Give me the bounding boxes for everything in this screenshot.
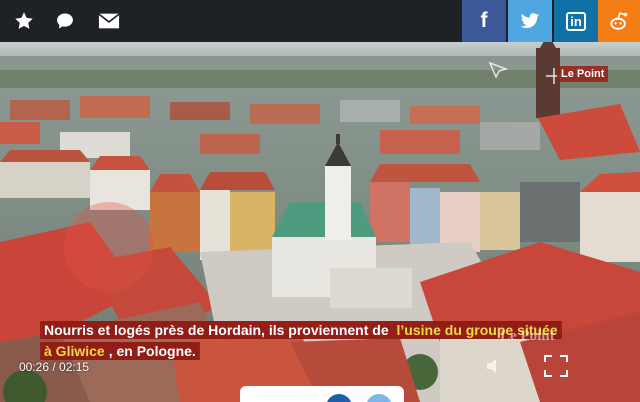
email-button[interactable] bbox=[89, 0, 129, 42]
bottom-popup[interactable] bbox=[240, 386, 404, 402]
linkedin-icon: in bbox=[566, 11, 586, 31]
volume-icon[interactable] bbox=[486, 358, 500, 374]
subtitle-line2-highlight: à Gliwice bbox=[42, 342, 107, 360]
video-timecode: 00:26 / 02:15 bbox=[19, 360, 90, 374]
mail-icon bbox=[98, 13, 120, 29]
brand-badge: Le Point bbox=[557, 66, 609, 82]
facebook-icon: f bbox=[480, 9, 488, 32]
favorite-button[interactable] bbox=[4, 0, 44, 42]
twitter-icon bbox=[520, 12, 540, 28]
fullscreen-icon[interactable] bbox=[544, 355, 568, 377]
subtitle-line1-text: Nourris et logés près de Hordain, ils pr… bbox=[42, 321, 395, 339]
brand-watermark: Le Point bbox=[500, 328, 555, 344]
share-twitter-button[interactable] bbox=[508, 0, 552, 42]
popup-blue-circle bbox=[326, 394, 352, 402]
comments-button[interactable] bbox=[45, 0, 85, 42]
top-toolbar: f in bbox=[0, 0, 640, 42]
chat-icon bbox=[57, 13, 73, 29]
subtitle-line2-text: , en Pologne. bbox=[106, 342, 198, 360]
share-linkedin-button[interactable]: in bbox=[554, 0, 598, 42]
reddit-icon bbox=[610, 12, 628, 30]
play-overlay[interactable] bbox=[64, 202, 154, 292]
cursor-arrow-icon bbox=[488, 62, 508, 78]
share-facebook-button[interactable]: f bbox=[462, 0, 506, 42]
share-reddit-button[interactable] bbox=[598, 0, 640, 42]
popup-light-blue-circle bbox=[366, 394, 392, 402]
video-player[interactable]: Le Point Nourris et logés près de Hordai… bbox=[0, 42, 640, 402]
star-icon bbox=[15, 12, 33, 29]
